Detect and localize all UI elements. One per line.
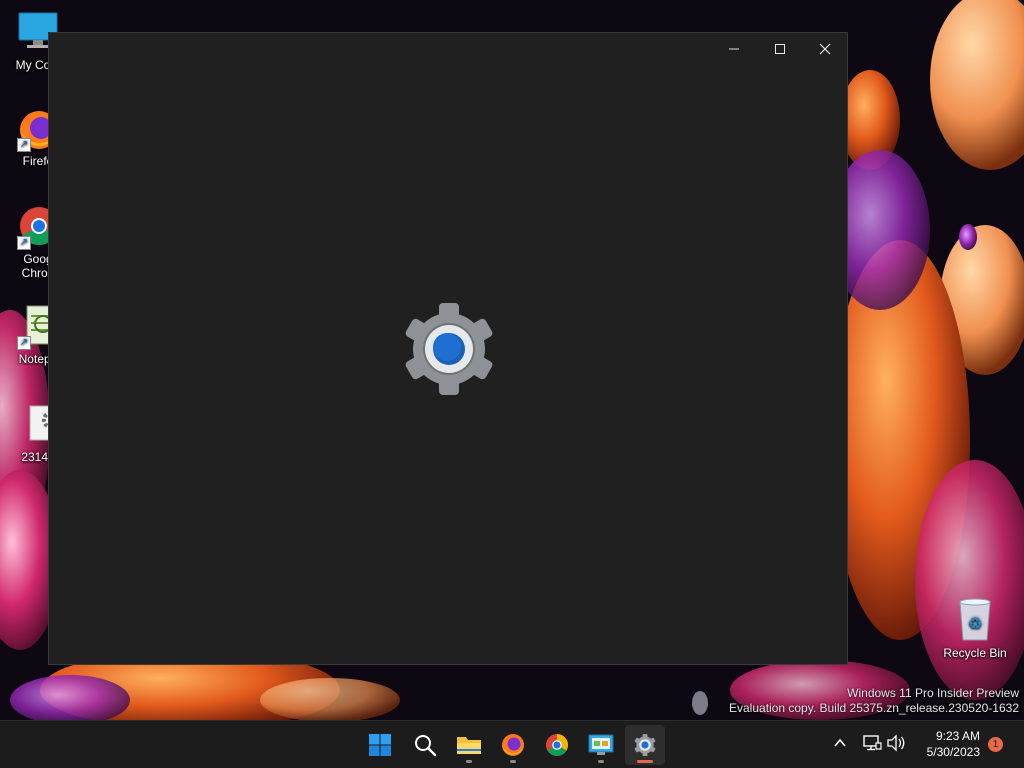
- notification-badge[interactable]: 1: [988, 737, 1003, 752]
- tray-overflow-button[interactable]: [832, 735, 848, 754]
- taskbar-chrome-button[interactable]: [537, 725, 577, 765]
- minimize-icon: [729, 48, 739, 50]
- taskbar: 9:23 AM 5/30/2023 1: [0, 720, 1024, 768]
- svg-text:♻: ♻: [968, 614, 982, 633]
- taskbar-settings-button[interactable]: [625, 725, 665, 765]
- shortcut-arrow-icon: ↗: [17, 236, 31, 250]
- network-icon: [863, 735, 882, 751]
- taskbar-control-panel-button[interactable]: [581, 725, 621, 765]
- windows-start-icon: [369, 734, 391, 756]
- desktop-icon-label: Recycle Bin: [943, 646, 1007, 660]
- chevron-up-icon: [834, 738, 846, 747]
- tray-clock[interactable]: 9:23 AM 5/30/2023: [916, 728, 980, 760]
- desktop-icon-recycle-bin[interactable]: ♻ Recycle Bin: [937, 598, 1013, 660]
- volume-icon: [887, 734, 905, 752]
- settings-gear-icon: [405, 303, 493, 395]
- running-indicator: [510, 760, 516, 763]
- tray-volume-button[interactable]: [886, 734, 906, 755]
- tray-network-button[interactable]: [862, 734, 882, 755]
- settings-gear-icon: [634, 733, 656, 757]
- chrome-icon: [546, 734, 568, 756]
- firefox-icon: [502, 734, 524, 756]
- control-panel-icon: [588, 734, 614, 755]
- minimize-button[interactable]: [711, 33, 757, 65]
- folder-icon: [457, 737, 481, 754]
- watermark-line2: Evaluation copy. Build 25375.zn_release.…: [729, 701, 1019, 715]
- taskbar-firefox-button[interactable]: [493, 725, 533, 765]
- watermark-line1: Windows 11 Pro Insider Preview: [847, 686, 1019, 700]
- taskbar-file-explorer-button[interactable]: [449, 725, 489, 765]
- clock-date: 5/30/2023: [926, 745, 980, 759]
- close-icon: [819, 43, 831, 55]
- notification-count: 1: [992, 739, 999, 750]
- taskbar-search-button[interactable]: [405, 725, 445, 765]
- recycle-bin-icon: ♻: [952, 598, 998, 644]
- clock-time: 9:23 AM: [935, 729, 980, 743]
- running-indicator: [598, 760, 604, 763]
- running-indicator: [466, 760, 472, 763]
- taskbar-start-button[interactable]: [360, 725, 400, 765]
- settings-window[interactable]: [48, 32, 848, 665]
- close-button[interactable]: [802, 33, 848, 65]
- os-watermark: Windows 11 Pro Insider Preview Evaluatio…: [729, 686, 1019, 715]
- shortcut-arrow-icon: ↗: [17, 336, 31, 350]
- active-indicator: [637, 760, 653, 763]
- maximize-icon: [775, 44, 785, 54]
- shortcut-arrow-icon: ↗: [17, 138, 31, 152]
- maximize-button[interactable]: [757, 33, 803, 65]
- search-icon: [415, 735, 437, 757]
